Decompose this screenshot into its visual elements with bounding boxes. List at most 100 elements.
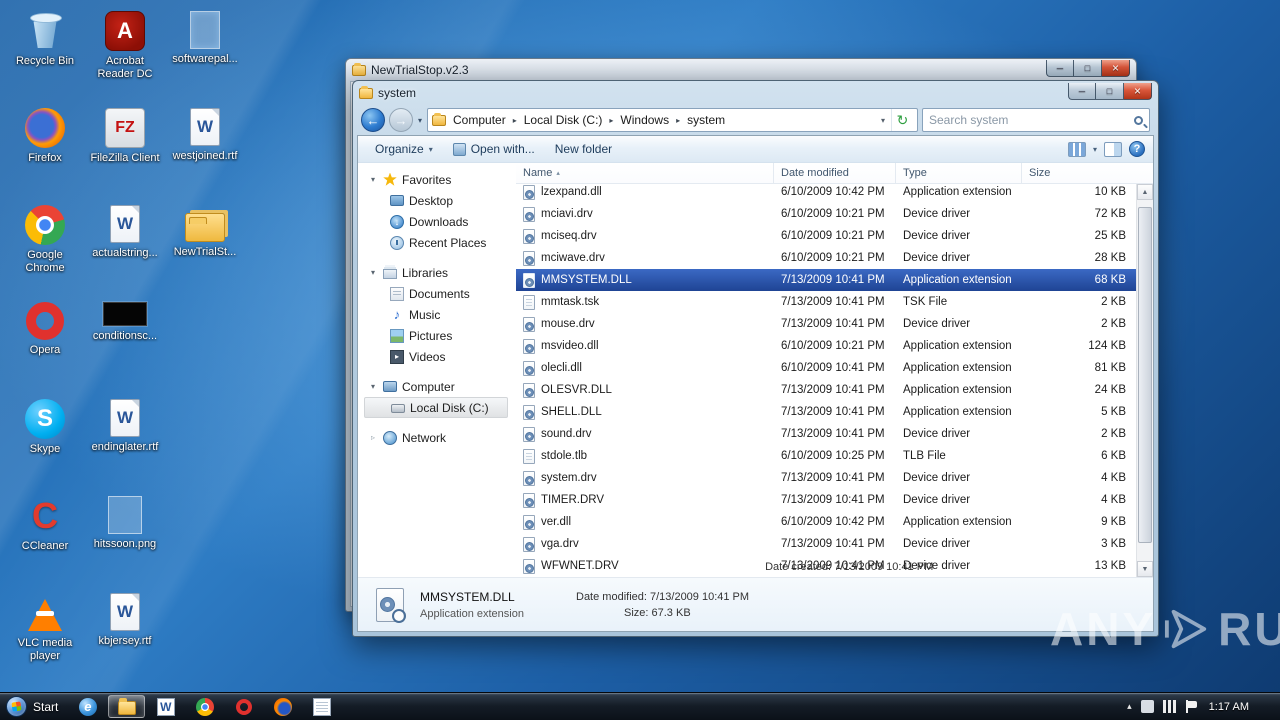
- keyboard-tray-icon[interactable]: [1140, 700, 1154, 713]
- nav-item-recent-places[interactable]: Recent Places: [358, 232, 516, 253]
- desktop-icon-ccleaner[interactable]: CCleaner: [6, 489, 84, 586]
- column-header-name[interactable]: Name ▴: [516, 163, 774, 183]
- file-row-mciwave-drv[interactable]: mciwave.drv 6/10/2009 10:21 PM Device driv…: [516, 247, 1136, 269]
- newtrialstop-titlebar[interactable]: NewTrialStop.v2.3: [346, 59, 1136, 81]
- file-row-sound-drv[interactable]: sound.drv 7/13/2009 10:41 PM Device driver…: [516, 423, 1136, 445]
- nav-item-videos[interactable]: Videos: [358, 346, 516, 367]
- expander-open-icon[interactable]: ▾: [368, 175, 378, 184]
- close-button[interactable]: [1102, 59, 1130, 77]
- start-button[interactable]: Start: [0, 693, 68, 720]
- expander-open-icon[interactable]: ▾: [368, 382, 378, 391]
- breadcrumb-system[interactable]: system: [681, 112, 731, 128]
- desktop-icon-actualstring[interactable]: actualstring...: [86, 198, 164, 295]
- desktop-icon-conditionsc[interactable]: conditionsc...: [86, 295, 164, 392]
- nav-item-desktop[interactable]: Desktop: [358, 190, 516, 211]
- refresh-icon[interactable]: [891, 109, 913, 131]
- file-row-shell-dll[interactable]: SHELL.DLL 7/13/2009 10:41 PM Application e…: [516, 401, 1136, 423]
- file-row-mciavi-drv[interactable]: mciavi.drv 6/10/2009 10:21 PM Device drive…: [516, 203, 1136, 225]
- clock[interactable]: 1:17 AM: [1207, 701, 1259, 713]
- taskbar-button-word[interactable]: [147, 695, 184, 718]
- expander-closed-icon[interactable]: ▹: [368, 433, 378, 442]
- column-header-size[interactable]: Size: [1022, 163, 1153, 183]
- network-tray-icon[interactable]: [1162, 700, 1176, 713]
- nav-item-documents[interactable]: Documents: [358, 283, 516, 304]
- nav-item-downloads[interactable]: Downloads: [358, 211, 516, 232]
- vertical-scrollbar[interactable]: ▲ ▼: [1136, 184, 1153, 577]
- nav-item-pictures[interactable]: Pictures: [358, 325, 516, 346]
- file-row-mmtask-tsk[interactable]: mmtask.tsk 7/13/2009 10:41 PM TSK File 2 KB: [516, 291, 1136, 313]
- desktop-icon-google-chrome[interactable]: Google Chrome: [6, 198, 84, 295]
- desktop-icon-newtrialst[interactable]: NewTrialSt...: [166, 198, 244, 295]
- desktop-icon-firefox[interactable]: Firefox: [6, 101, 84, 198]
- back-button[interactable]: [361, 108, 385, 132]
- nav-section-computer[interactable]: ▾ Computer: [358, 376, 516, 397]
- show-hidden-icons-icon[interactable]: ▴: [1127, 701, 1132, 712]
- desktop-icon-softwarepal[interactable]: softwarepal...: [166, 4, 244, 101]
- address-dropdown-icon[interactable]: ▾: [876, 116, 890, 125]
- file-row-msvideo-dll[interactable]: msvideo.dll 6/10/2009 10:21 PM Application…: [516, 335, 1136, 357]
- minimize-button[interactable]: [1046, 59, 1074, 77]
- desktop-icon-vlc-media-player[interactable]: VLC media player: [6, 586, 84, 683]
- file-row-mmsystem-dll[interactable]: MMSYSTEM.DLL 7/13/2009 10:41 PM Applicatio…: [516, 269, 1136, 291]
- breadcrumb-separator-icon[interactable]: ▸: [512, 116, 518, 125]
- nav-section-favorites[interactable]: ▾ Favorites: [358, 169, 516, 190]
- desktop-icon-recycle-bin[interactable]: Recycle Bin: [6, 4, 84, 101]
- open-with-button[interactable]: Open with...: [444, 139, 544, 159]
- expander-open-icon[interactable]: ▾: [368, 268, 378, 277]
- organize-button[interactable]: Organize ▾: [366, 139, 442, 159]
- close-button[interactable]: [1124, 82, 1152, 100]
- desktop-icon-skype[interactable]: Skype: [6, 392, 84, 489]
- taskbar-button-opera[interactable]: [225, 695, 262, 718]
- desktop-icon-westjoined-rtf[interactable]: westjoined.rtf: [166, 101, 244, 198]
- file-row-ver-dll[interactable]: ver.dll 6/10/2009 10:42 PM Application ext…: [516, 511, 1136, 533]
- address-bar[interactable]: Computer ▸ Local Disk (C:) ▸ Windows ▸ system …: [427, 108, 918, 132]
- file-row-mouse-drv[interactable]: mouse.drv 7/13/2009 10:41 PM Device driver…: [516, 313, 1136, 335]
- search-input[interactable]: [929, 113, 1130, 127]
- search-box[interactable]: [922, 108, 1150, 132]
- taskbar-button-chrome[interactable]: [186, 695, 223, 718]
- search-icon[interactable]: [1134, 115, 1143, 125]
- desktop-icon-acrobat-reader-dc[interactable]: Acrobat Reader DC: [86, 4, 164, 101]
- desktop-icon-hitssoon-png[interactable]: hitssoon.png: [86, 489, 164, 586]
- explorer-titlebar[interactable]: system: [353, 81, 1158, 105]
- help-icon[interactable]: [1129, 141, 1145, 157]
- scrollbar-track[interactable]: [1137, 200, 1153, 561]
- taskbar-button-notepad[interactable]: [303, 695, 340, 718]
- file-row-stdole-tlb[interactable]: stdole.tlb 6/10/2009 10:25 PM TLB File 6 KB: [516, 445, 1136, 467]
- nav-section-network[interactable]: ▹ Network: [358, 427, 516, 448]
- taskbar-button-explorer[interactable]: [108, 695, 146, 718]
- change-view-icon[interactable]: [1067, 141, 1086, 157]
- file-row-mciseq-drv[interactable]: mciseq.drv 6/10/2009 10:21 PM Device drive…: [516, 225, 1136, 247]
- breadcrumb-windows[interactable]: Windows: [614, 112, 675, 128]
- scroll-up-icon[interactable]: ▲: [1137, 184, 1153, 200]
- taskbar-button-ie[interactable]: [69, 695, 106, 718]
- breadcrumb-computer[interactable]: Computer: [447, 112, 512, 128]
- new-folder-button[interactable]: New folder: [546, 139, 621, 159]
- nav-item-music[interactable]: Music: [358, 304, 516, 325]
- desktop-icon-filezilla-client[interactable]: FileZilla Client: [86, 101, 164, 198]
- file-row-lzexpand-dll[interactable]: lzexpand.dll 6/10/2009 10:42 PM Applicatio…: [516, 181, 1136, 203]
- file-row-timer-drv[interactable]: TIMER.DRV 7/13/2009 10:41 PM Device driver…: [516, 489, 1136, 511]
- preview-pane-icon[interactable]: [1104, 141, 1122, 157]
- breadcrumb-local-disk-c[interactable]: Local Disk (C:): [518, 112, 609, 128]
- nav-item-local-disk-c[interactable]: Local Disk (C:): [364, 397, 508, 418]
- column-header-type[interactable]: Type: [896, 163, 1022, 183]
- desktop-icon-kbjersey-rtf[interactable]: kbjersey.rtf: [86, 586, 164, 683]
- scroll-down-icon[interactable]: ▼: [1137, 561, 1153, 577]
- column-header-date-modified[interactable]: Date modified: [774, 163, 896, 183]
- forward-button[interactable]: [389, 108, 413, 132]
- maximize-button[interactable]: [1074, 59, 1102, 77]
- file-row-system-drv[interactable]: system.drv 7/13/2009 10:41 PM Device drive…: [516, 467, 1136, 489]
- action-center-flag-icon[interactable]: [1185, 700, 1198, 713]
- taskbar-button-firefox[interactable]: [264, 695, 301, 718]
- history-dropdown-icon[interactable]: ▾: [417, 116, 423, 125]
- nav-section-libraries[interactable]: ▾ Libraries: [358, 262, 516, 283]
- file-row-olesvr-dll[interactable]: OLESVR.DLL 7/13/2009 10:41 PM Application …: [516, 379, 1136, 401]
- desktop-icon-endinglater-rtf[interactable]: endinglater.rtf: [86, 392, 164, 489]
- maximize-button[interactable]: [1096, 82, 1124, 100]
- scrollbar-thumb[interactable]: [1138, 207, 1152, 543]
- minimize-button[interactable]: [1068, 82, 1096, 100]
- file-row-olecli-dll[interactable]: olecli.dll 6/10/2009 10:41 PM Application …: [516, 357, 1136, 379]
- file-row-vga-drv[interactable]: vga.drv 7/13/2009 10:41 PM Device driver 3 …: [516, 533, 1136, 555]
- desktop-icon-opera[interactable]: Opera: [6, 295, 84, 392]
